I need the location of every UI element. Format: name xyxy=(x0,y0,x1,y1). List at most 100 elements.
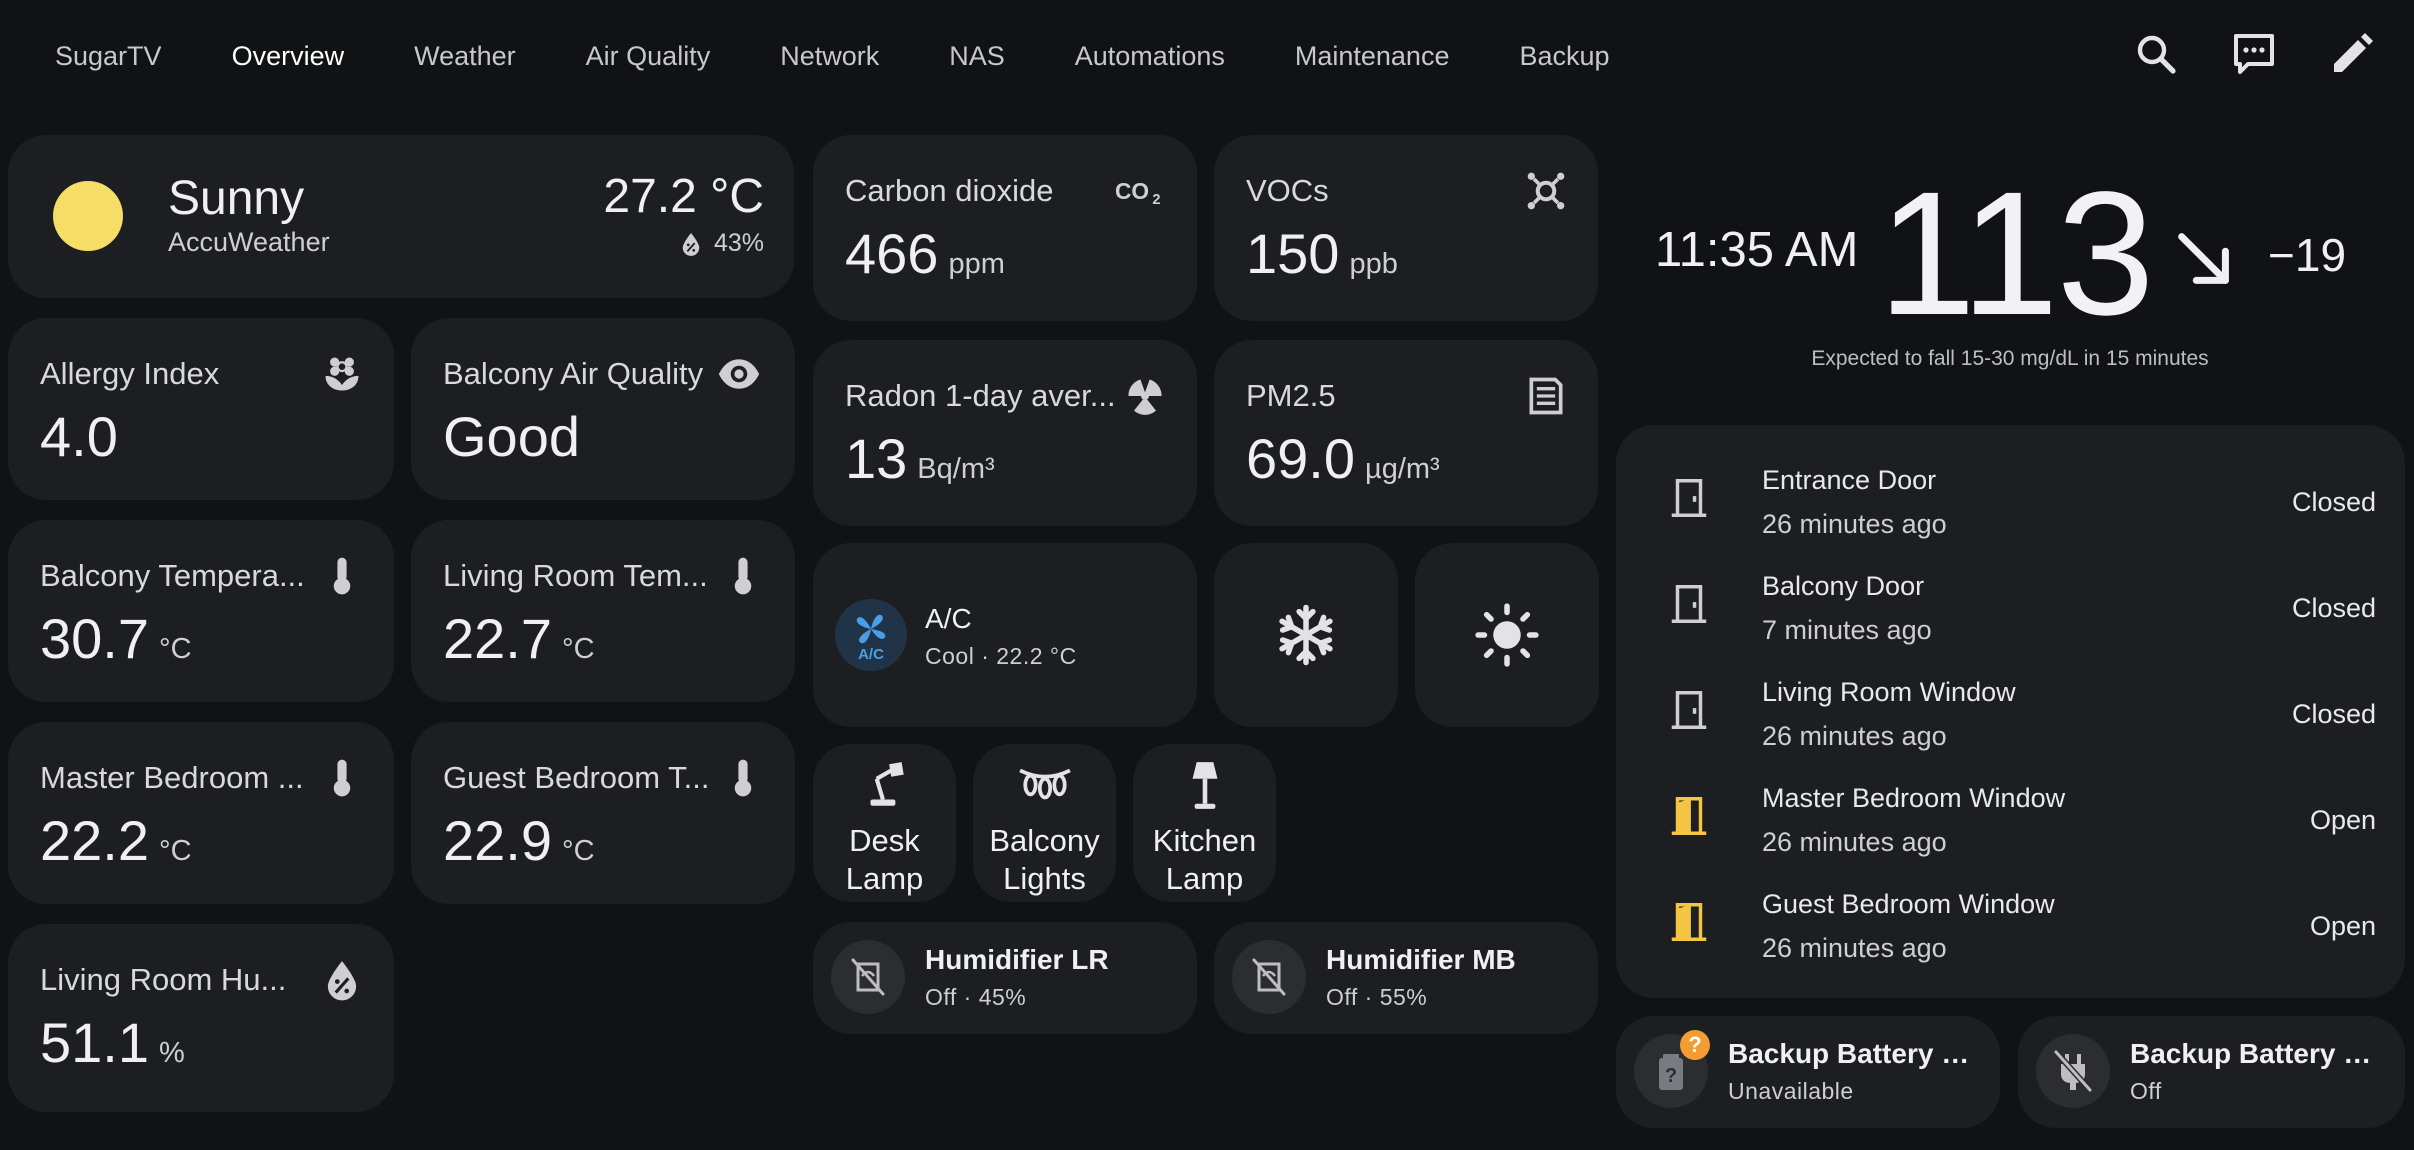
tab-nas[interactable]: NAS xyxy=(914,0,1040,112)
battery-name: Backup Battery Pe... xyxy=(1728,1038,1980,1069)
sensor-label: Radon 1-day aver... xyxy=(845,378,1116,413)
tab-overview[interactable]: Overview xyxy=(197,0,380,112)
ac-card[interactable]: A/C A/C Cool · 22.2 °C xyxy=(813,543,1197,727)
view-tabs: SugarTV Overview Weather Air Quality Net… xyxy=(20,0,1645,112)
sensor-value: 150 ppb xyxy=(1246,222,1398,285)
ac-badge[interactable]: A/C xyxy=(835,599,907,671)
entity-last-changed: 26 minutes ago xyxy=(1762,509,1947,539)
entity-state: Closed xyxy=(2291,593,2376,623)
living-room-temperature-card[interactable]: Living Room Tem... 22.7 °C xyxy=(411,520,795,702)
power-plug-off-icon xyxy=(2053,1049,2093,1093)
sensor-label: Living Room Hu... xyxy=(40,962,287,997)
entity-last-changed: 26 minutes ago xyxy=(1762,721,1947,751)
search-icon[interactable] xyxy=(2132,30,2180,78)
balcony-temperature-card[interactable]: Balcony Tempera... 30.7 °C xyxy=(8,520,394,702)
kitchen-lamp-button[interactable]: Kitchen Lamp xyxy=(1133,744,1276,902)
assist-chat-icon[interactable] xyxy=(2230,30,2278,78)
toolbar-actions xyxy=(2132,30,2376,78)
sensor-value: 30.7 °C xyxy=(40,607,192,670)
plug-state: Off xyxy=(2130,1078,2162,1104)
sunny-icon xyxy=(53,181,123,251)
door-closed-icon xyxy=(1671,585,1707,623)
doors-windows-card: Entrance Door 26 minutes ago Closed Balc… xyxy=(1616,425,2405,998)
ac-name: A/C xyxy=(925,603,972,634)
humidifier-lr-card[interactable]: Humidifier LR Off · 45% xyxy=(813,922,1197,1034)
glucose-delta: −19 xyxy=(2268,229,2347,281)
flower-icon xyxy=(325,357,359,391)
light-name: Kitchen Lamp xyxy=(1152,823,1257,896)
door-closed-icon xyxy=(1671,691,1707,729)
balcony-air-quality-card[interactable]: Balcony Air Quality Good xyxy=(411,318,795,500)
thermometer-icon xyxy=(333,557,351,595)
humidity-icon xyxy=(327,961,357,1001)
cool-mode-button[interactable] xyxy=(1214,543,1398,727)
pm25-card[interactable]: PM2.5 69.0 µg/m³ xyxy=(1214,340,1598,526)
humidifier-badge[interactable] xyxy=(831,940,905,1014)
sensor-label: Master Bedroom ... xyxy=(40,760,304,795)
sensor-label: Balcony Air Quality xyxy=(443,356,704,391)
string-lights-icon xyxy=(1018,768,1071,800)
entity-name: Balcony Door xyxy=(1762,571,1925,601)
humidity-value: 43% xyxy=(713,229,764,257)
entity-state: Open xyxy=(2309,805,2376,835)
svg-text:2: 2 xyxy=(1152,192,1160,208)
arrow-down-right-icon xyxy=(2178,233,2229,284)
weather-temperature: 27.2 °C xyxy=(603,170,764,223)
ac-state: Cool · 22.2 °C xyxy=(925,643,1077,669)
tab-backup[interactable]: Backup xyxy=(1484,0,1644,112)
entity-row-balcony-door[interactable]: Balcony Door 7 minutes ago Closed xyxy=(1616,549,2405,655)
sensor-label: Guest Bedroom T... xyxy=(443,760,710,795)
guest-bedroom-temperature-card[interactable]: Guest Bedroom T... 22.9 °C xyxy=(411,722,795,904)
humidifier-badge[interactable] xyxy=(1232,940,1306,1014)
glucose-time: 11:35 AM xyxy=(1655,223,1859,277)
entity-name: Living Room Window xyxy=(1762,677,2016,707)
sensor-label: PM2.5 xyxy=(1246,378,1336,413)
desk-lamp-button[interactable]: Desk Lamp xyxy=(813,744,956,902)
sensor-value: 51.1% xyxy=(40,1011,185,1074)
radon-card[interactable]: Radon 1-day aver... 13 Bq/m³ xyxy=(813,340,1197,526)
living-room-humidity-card[interactable]: Living Room Hu... 51.1% xyxy=(8,924,394,1112)
humidifier-off-icon xyxy=(1252,958,1286,996)
sensor-value: Good xyxy=(443,405,580,468)
entity-row-master-bedroom-window[interactable]: Master Bedroom Window 26 minutes ago Ope… xyxy=(1616,761,2405,867)
door-open-icon xyxy=(1671,797,1707,835)
tab-air-quality[interactable]: Air Quality xyxy=(551,0,746,112)
tab-maintenance[interactable]: Maintenance xyxy=(1260,0,1485,112)
battery-state: Unavailable xyxy=(1728,1078,1854,1104)
weather-source: AccuWeather xyxy=(168,227,330,257)
allergy-index-card[interactable]: Allergy Index 4.0 xyxy=(8,318,394,500)
sensor-label: VOCs xyxy=(1246,173,1329,208)
vocs-card[interactable]: VOCs 150 ppb xyxy=(1214,135,1598,321)
sensor-value: 69.0 µg/m³ xyxy=(1246,427,1440,490)
light-name: Desk Lamp xyxy=(845,823,924,896)
weather-humidity: 43% xyxy=(680,229,764,258)
humidifier-name: Humidifier LR xyxy=(925,944,1109,975)
master-bedroom-temperature-card[interactable]: Master Bedroom ... 22.2 °C xyxy=(8,722,394,904)
humidifier-mb-card[interactable]: Humidifier MB Off · 55% xyxy=(1214,922,1598,1034)
edit-pencil-icon[interactable] xyxy=(2328,30,2376,78)
tab-automations[interactable]: Automations xyxy=(1040,0,1260,112)
svg-text:CO: CO xyxy=(1115,178,1149,204)
top-bar: SugarTV Overview Weather Air Quality Net… xyxy=(0,0,2414,112)
entity-state: Closed xyxy=(2291,487,2376,517)
entity-last-changed: 26 minutes ago xyxy=(1762,933,1947,963)
balcony-lights-button[interactable]: Balcony Lights xyxy=(973,744,1116,902)
backup-battery-percent-card[interactable]: ? ? Backup Battery Pe... Unavailable xyxy=(1616,1016,2000,1128)
entity-row-guest-bedroom-window[interactable]: Guest Bedroom Window 26 minutes ago Open xyxy=(1616,867,2405,973)
weather-card[interactable]: Sunny AccuWeather 27.2 °C 43% xyxy=(8,135,794,298)
entity-name: Master Bedroom Window xyxy=(1762,783,2066,813)
tab-sugartv[interactable]: SugarTV xyxy=(20,0,197,112)
humidifier-name: Humidifier MB xyxy=(1326,944,1516,975)
sensor-value: 22.9 °C xyxy=(443,809,595,872)
tab-weather[interactable]: Weather xyxy=(379,0,551,112)
backup-battery-plug-card[interactable]: Backup Battery Pl... Off xyxy=(2018,1016,2405,1128)
entity-state: Closed xyxy=(2291,699,2376,729)
plug-badge[interactable] xyxy=(2036,1034,2110,1108)
carbon-dioxide-card[interactable]: Carbon dioxide CO 2 466 ppm xyxy=(813,135,1197,321)
entity-row-living-room-window[interactable]: Living Room Window 26 minutes ago Closed xyxy=(1616,655,2405,761)
weather-condition: Sunny xyxy=(168,172,305,225)
tab-network[interactable]: Network xyxy=(745,0,914,112)
heat-mode-button[interactable] xyxy=(1415,543,1599,727)
entity-row-entrance-door[interactable]: Entrance Door 26 minutes ago Closed xyxy=(1616,443,2405,549)
humidifier-off-icon xyxy=(851,958,885,996)
